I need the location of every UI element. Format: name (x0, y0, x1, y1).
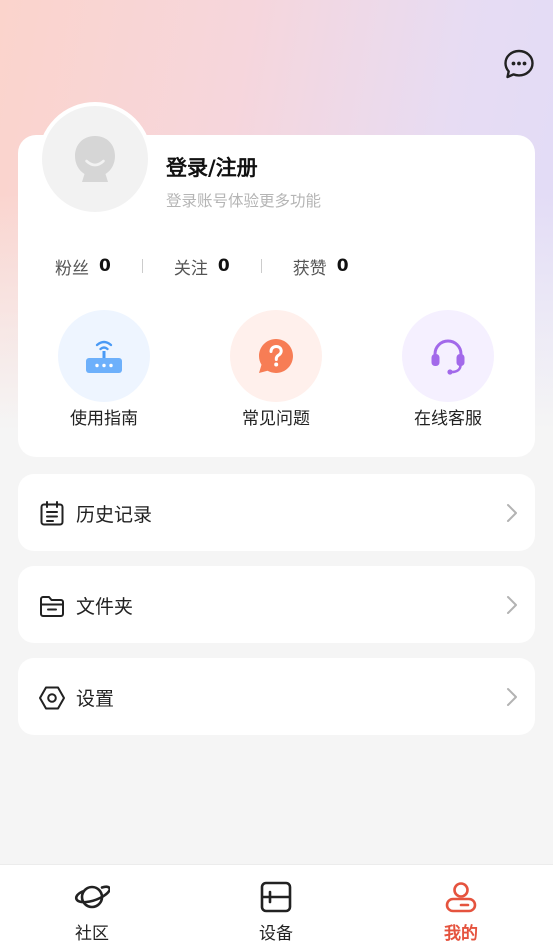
menu-item-label: 设置 (76, 688, 115, 710)
planet-icon (74, 885, 110, 909)
chat-bubble-icon (504, 49, 534, 79)
quick-action-label: 在线客服 (414, 409, 482, 429)
default-avatar-icon (75, 136, 115, 182)
router-icon (86, 340, 122, 373)
divider (260, 259, 262, 273)
divider (141, 259, 143, 273)
quick-action-guide[interactable]: 使用指南 (58, 310, 150, 429)
tab-community[interactable]: 社区 (42, 881, 142, 944)
quick-action-circle (402, 310, 494, 402)
quick-action-circle (58, 310, 150, 402)
stat-following[interactable]: 关注 0 (174, 254, 230, 279)
tab-mine[interactable]: 我的 (411, 881, 511, 944)
folder-icon (40, 596, 64, 617)
chevron-right-icon (507, 596, 517, 614)
stat-likes[interactable]: 获赞 0 (293, 254, 349, 279)
menu-item-settings[interactable]: 设置 (18, 658, 535, 735)
quick-action-faq[interactable]: 常见问题 (230, 310, 322, 429)
tab-device[interactable]: 设备 (226, 881, 326, 944)
chevron-right-icon (507, 504, 517, 522)
message-button[interactable] (501, 46, 537, 82)
stat-value: 0 (217, 256, 230, 276)
user-icon (445, 882, 477, 913)
bottom-tab-bar: 社区 设备 我的 (0, 864, 553, 951)
tab-label: 设备 (259, 924, 293, 944)
quick-action-support[interactable]: 在线客服 (402, 310, 494, 429)
device-icon (260, 881, 292, 913)
stat-label: 粉丝 (55, 258, 89, 279)
stat-label: 关注 (173, 258, 208, 279)
stat-value: 0 (99, 256, 111, 276)
tab-label: 我的 (444, 924, 478, 944)
avatar[interactable] (38, 102, 152, 216)
menu-item-folder[interactable]: 文件夹 (18, 566, 535, 643)
stat-label: 获赞 (292, 258, 327, 279)
stat-value: 0 (336, 256, 349, 276)
login-subtitle: 登录账号体验更多功能 (166, 192, 322, 210)
menu-item-label: 历史记录 (76, 504, 153, 526)
quick-action-circle (230, 310, 322, 402)
stat-fans[interactable]: 粉丝 0 (55, 254, 111, 279)
menu-item-history[interactable]: 历史记录 (18, 474, 535, 551)
chevron-right-icon (507, 688, 517, 706)
tab-label: 社区 (75, 924, 109, 944)
question-bubble-icon (259, 339, 293, 373)
hexagon-settings-icon (39, 686, 65, 710)
stats-row: 粉丝 0 关注 0 获赞 0 (55, 252, 349, 280)
headset-icon (431, 339, 465, 375)
quick-action-label: 使用指南 (70, 409, 138, 429)
quick-action-label: 常见问题 (242, 409, 310, 429)
menu-item-label: 文件夹 (76, 596, 134, 618)
history-list-icon (40, 501, 64, 526)
login-register-title[interactable]: 登录/注册 (166, 152, 258, 182)
